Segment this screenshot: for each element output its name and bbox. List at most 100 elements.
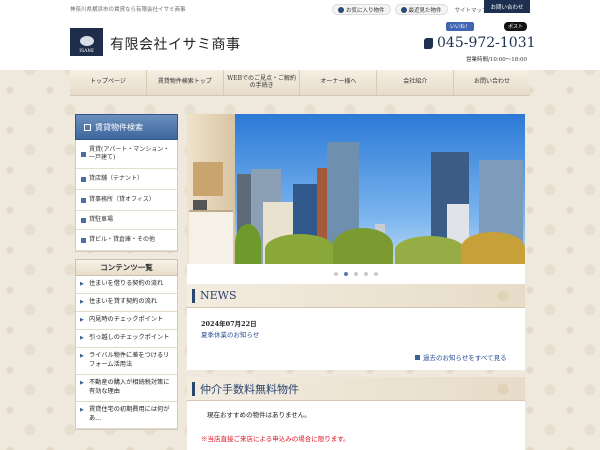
social-buttons: いいね！ ポスト — [446, 22, 528, 31]
sidebar-item-tenant[interactable]: 貸店舗（テナント） — [76, 169, 177, 190]
slider-dot[interactable] — [334, 272, 338, 276]
contents-item-label: 賃貸住宅の初期費用には何があ... — [89, 405, 170, 422]
microwave-shape — [193, 200, 207, 210]
global-nav: トップページ 賃貸物件検索トップ WEBでのご見点・ご解約の手続き オーナー様へ… — [70, 70, 530, 96]
nav-top[interactable]: トップページ — [70, 70, 147, 95]
square-bullet-icon — [81, 151, 86, 157]
contents-item-label: 引っ越しのチェックポイント — [89, 333, 170, 341]
contents-item-label: 住まいを貸す契約の流れ — [89, 297, 158, 305]
sidebar-item-label: 貸ビル・貸倉庫・その他 — [89, 236, 156, 244]
recent-button[interactable]: 最近見た物件 — [394, 4, 448, 15]
square-bullet-icon — [81, 217, 86, 223]
main-content: NEWS 2024年07月22日 夏季休業のお知らせ 過去のお知らせをすべて見る… — [187, 114, 525, 450]
star-icon — [338, 6, 344, 13]
sidebar-item-office[interactable]: 貸事務所（貸オフィス） — [76, 190, 177, 211]
facebook-like-button[interactable]: いいね！ — [446, 22, 475, 31]
favorites-label: お気に入り物件 — [346, 7, 385, 14]
contents-item[interactable]: ▶ 引っ越しのチェックポイント — [76, 330, 177, 348]
company-name: 有限会社イサミ商事 — [110, 37, 241, 53]
contents-item[interactable]: ▶ 住まいを貸す契約の流れ — [76, 294, 177, 312]
x-post-button[interactable]: ポスト — [504, 22, 528, 31]
news-header: NEWS — [187, 284, 525, 308]
arrow-right-icon: ▶ — [80, 352, 84, 359]
news-body: 2024年07月22日 夏季休業のお知らせ 過去のお知らせをすべて見る — [187, 308, 525, 370]
site-tagline: 神奈川県横浜市の賃貸なら有限会社イサミ商事 — [70, 7, 186, 13]
business-hours: 営業時間/10:00～18:00 — [466, 57, 528, 63]
arrow-right-icon: ▶ — [80, 334, 84, 341]
news-more-label: 過去のお知らせをすべて見る — [423, 354, 507, 362]
news-item-link[interactable]: 夏季休業のお知らせ — [201, 329, 259, 339]
sidebar-item-building[interactable]: 貸ビル・貸倉庫・その他 — [76, 230, 177, 251]
contents-item[interactable]: ▶ 内見時のチェックポイント — [76, 312, 177, 330]
sidebar-item-label: 貸店舗（テナント） — [89, 175, 144, 183]
sidebar-item-label: 貸駐車場 — [89, 216, 114, 224]
nav-search[interactable]: 賃貸物件検索トップ — [147, 70, 224, 95]
contents-item[interactable]: ▶ 住まいを借りる契約の流れ — [76, 276, 177, 294]
contents-item-label: 内見時のチェックポイント — [89, 315, 164, 323]
slider-dot[interactable] — [344, 272, 348, 276]
contents-item-label: ライバル物件に差をつけるリフォーム活用法 — [89, 351, 170, 368]
arrow-right-icon: ▶ — [80, 406, 84, 413]
phone-icon — [424, 37, 433, 49]
search-panel-label: 賃貸物件検索 — [95, 122, 143, 132]
slide-room-photo — [187, 114, 235, 264]
contents-item-label: 不動産の購入が相続税対策に有効な理由 — [89, 378, 170, 395]
header-contact-button[interactable]: お問い合わせ — [484, 0, 530, 13]
contents-item[interactable]: ▶ 賃貸住宅の初期費用には何があ... — [76, 402, 177, 429]
shelf-shape — [193, 162, 223, 196]
contents-item[interactable]: ▶ 不動産の購入が相続税対策に有効な理由 — [76, 375, 177, 402]
arrow-right-icon: ▶ — [80, 316, 84, 323]
nav-owners[interactable]: オーナー様へ — [300, 70, 378, 95]
phone-text: 045-972-1031 — [437, 35, 536, 51]
free-fee-note: ※当店直接ご来店による申込みの場合に限ります。 — [201, 435, 350, 443]
sidebar-item-parking[interactable]: 貸駐車場 — [76, 211, 177, 230]
recent-label: 最近見た物件 — [408, 7, 442, 14]
arrow-right-icon: ▶ — [80, 298, 84, 305]
company-logo[interactable]: ISAMI — [70, 28, 103, 56]
logo-mark-icon — [79, 36, 94, 46]
slider-dots — [187, 264, 525, 284]
slider-dot[interactable] — [374, 272, 378, 276]
sidebar-item-label: 貸事務所（貸オフィス） — [89, 196, 155, 204]
square-bullet-icon — [415, 354, 420, 360]
site-header: 神奈川県横浜市の賃貸なら有限会社イサミ商事 お気に入り物件 最近見た物件 サイト… — [0, 0, 600, 70]
contents-list: ▶ 住まいを借りる契約の流れ ▶ 住まいを貸す契約の流れ ▶ 内見時のチェックポイント… — [75, 276, 178, 430]
slider-dot[interactable] — [354, 272, 358, 276]
news-date: 2024年07月22日 — [201, 320, 257, 328]
facebook-like-label: いいね！ — [450, 24, 471, 30]
news-title: NEWS — [200, 289, 237, 302]
arrow-right-icon: ▶ — [80, 379, 84, 386]
tree-shape — [461, 232, 525, 264]
sidebar-item-label: 賃貸(アパート・マンション・一戸建て) — [89, 146, 170, 161]
contents-title: コンテンツ一覧 — [75, 259, 178, 276]
x-post-label: ポスト — [508, 24, 524, 30]
nav-contact[interactable]: お問い合わせ — [454, 70, 530, 95]
nav-company[interactable]: 会社紹介 — [377, 70, 455, 95]
nav-web-procedures[interactable]: WEBでのご見点・ご解約の手続き — [224, 70, 301, 95]
ornament-icon — [487, 380, 519, 398]
heading-bar — [192, 381, 195, 396]
tree-shape — [235, 224, 261, 264]
sidebar-item-residential[interactable]: 賃貸(アパート・マンション・一戸建て) — [76, 140, 177, 169]
sitemap-link[interactable]: サイトマップ — [455, 6, 488, 14]
free-fee-body: 現在おすすめの物件はありません。 ※当店直接ご来店による申込みの場合に限ります。 — [187, 401, 525, 450]
square-bullet-icon — [81, 176, 86, 182]
ornament-icon — [487, 287, 519, 305]
favorites-button[interactable]: お気に入り物件 — [332, 4, 391, 15]
slider-dot[interactable] — [364, 272, 368, 276]
search-box-icon — [84, 123, 91, 131]
phone-number[interactable]: 045-972-1031 — [424, 35, 536, 51]
free-fee-header: 仲介手数料無料物件 — [187, 377, 525, 401]
square-bullet-icon — [81, 237, 86, 243]
sidebar: 賃貸物件検索 賃貸(アパート・マンション・一戸建て) 貸店舗（テナント） 貸事務… — [75, 114, 178, 430]
logo-text: ISAMI — [79, 49, 94, 54]
tree-shape — [333, 228, 393, 264]
hero-slider[interactable] — [187, 114, 525, 264]
free-fee-title: 仲介手数料無料物件 — [200, 382, 299, 396]
news-more-link[interactable]: 過去のお知らせをすべて見る — [415, 352, 507, 362]
cabinet-shape — [189, 210, 233, 264]
history-icon — [400, 6, 407, 13]
free-fee-empty-text: 現在おすすめの物件はありません。 — [207, 411, 311, 419]
search-panel-title: 賃貸物件検索 — [75, 114, 178, 140]
contents-item[interactable]: ▶ ライバル物件に差をつけるリフォーム活用法 — [76, 348, 177, 375]
